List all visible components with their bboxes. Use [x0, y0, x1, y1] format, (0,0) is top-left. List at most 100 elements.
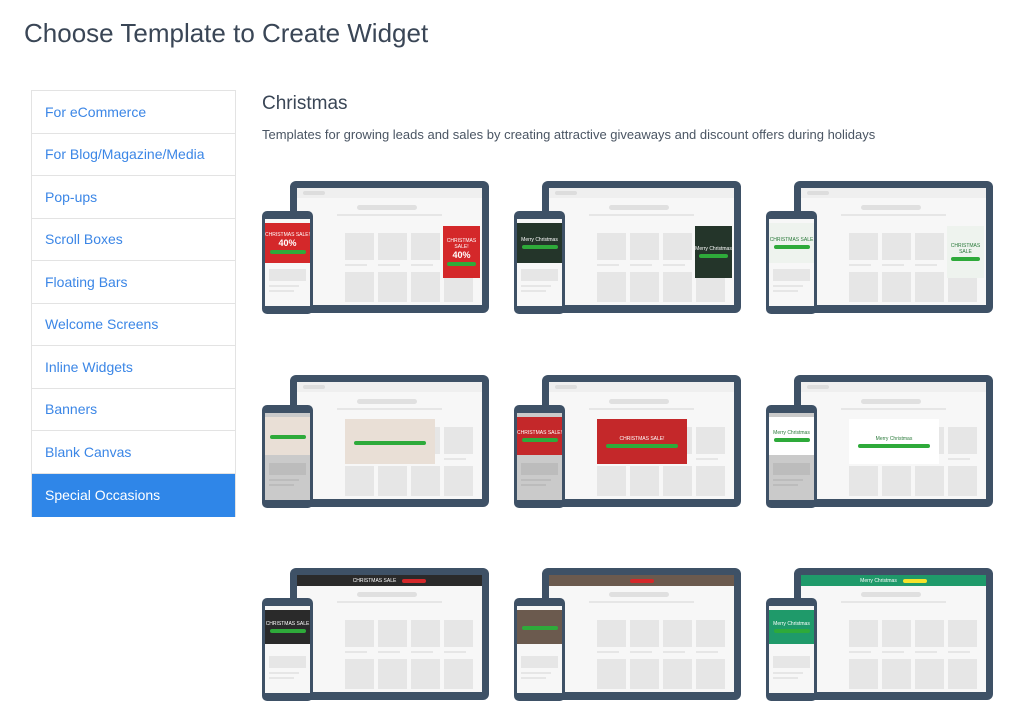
laptop-frame: CHRISTMAS SALE: [290, 568, 489, 700]
sidebar-item-special-occasions[interactable]: Special Occasions: [32, 473, 235, 517]
phone-frame: Merry Christmas: [766, 405, 817, 508]
mock-hero: [861, 205, 921, 210]
mock-card: [444, 620, 473, 647]
sidebar-item-banners[interactable]: Banners: [32, 389, 235, 431]
mock-card: [663, 466, 692, 496]
mock-line: [378, 651, 400, 653]
template-card[interactable]: Merry Christmas Merry Christmas: [766, 373, 994, 508]
mock-card: [411, 659, 440, 689]
sidebar-item-scroll-boxes[interactable]: Scroll Boxes: [32, 219, 235, 261]
popup-headline: Merry Christmas: [695, 246, 732, 252]
mock-logo: [303, 385, 325, 389]
mock-nav: [297, 188, 482, 198]
mock-card: [345, 233, 374, 260]
mock-logo: [555, 191, 577, 195]
mock-subline: [337, 601, 442, 603]
laptop-screen: Merry Christmas: [801, 575, 986, 692]
phone-frame: Merry Christmas: [514, 211, 565, 314]
laptop-frame: CHRISTMAS SALE! 40%: [290, 181, 489, 313]
mock-line: [521, 677, 546, 679]
template-card[interactable]: CHRISTMAS SALE! CHRISTMAS SALE!: [514, 373, 742, 508]
mock-line: [521, 285, 551, 287]
template-card[interactable]: CHRISTMAS SALE CHRISTMAS SALE: [766, 179, 994, 314]
mock-card: [345, 620, 374, 647]
mock-card: [378, 466, 407, 496]
template-card[interactable]: Merry Christmas Merry Christmas: [514, 179, 742, 314]
mock-line: [663, 651, 685, 653]
sidebar-item-inline-widgets[interactable]: Inline Widgets: [32, 346, 235, 389]
template-card[interactable]: CHRISTMAS SALE! 40% CHRISTMAS SALE! 40%: [262, 179, 490, 314]
sidebar-item-floating-bars[interactable]: Floating Bars: [32, 261, 235, 304]
mock-line: [444, 458, 466, 460]
mock-card: [411, 466, 440, 496]
phone-screen: CHRISTMAS SALE: [769, 219, 814, 306]
mock-line: [915, 264, 937, 266]
mock-line: [521, 290, 546, 292]
mock-line: [948, 651, 970, 653]
phone-popup: [265, 417, 310, 455]
laptop-frame: CHRISTMAS SALE: [794, 181, 993, 313]
mock-line: [411, 264, 433, 266]
mock-card: [915, 620, 944, 647]
popup-headline: CHRISTMAS SALE!: [517, 430, 562, 436]
phone-frame: CHRISTMAS SALE!: [514, 405, 565, 508]
sidebar-item-welcome-screens[interactable]: Welcome Screens: [32, 304, 235, 346]
mock-hero: [609, 399, 669, 404]
mock-subline: [337, 214, 442, 216]
section-title: Christmas: [262, 93, 348, 114]
mock-line: [849, 264, 871, 266]
popup-button: [269, 250, 306, 254]
phone-frame: [262, 405, 313, 508]
phone-popup: [517, 610, 562, 644]
popup-button: [606, 443, 678, 448]
mock-card: [882, 233, 911, 260]
mock-card: [630, 620, 659, 647]
mock-hero: [357, 592, 417, 597]
template-card[interactable]: Merry Christmas Merry Christmas: [766, 566, 994, 701]
mock-card: [345, 466, 374, 496]
mock-card: [630, 659, 659, 689]
phone-popup: Merry Christmas: [769, 610, 814, 644]
mock-card: [915, 659, 944, 689]
template-card[interactable]: [262, 373, 490, 508]
phone-popup: CHRISTMAS SALE!: [517, 417, 562, 455]
mock-subline: [589, 214, 694, 216]
laptop-screen: CHRISTMAS SALE: [297, 575, 482, 692]
mock-line: [882, 651, 904, 653]
page-title: Choose Template to Create Widget: [24, 18, 429, 48]
mock-card: [269, 656, 306, 668]
mock-line: [773, 672, 803, 674]
sidebar-item-blank-canvas[interactable]: Blank Canvas: [32, 431, 235, 474]
phone-screen: CHRISTMAS SALE: [265, 606, 310, 693]
mock-line: [849, 651, 871, 653]
mock-logo: [555, 385, 577, 389]
popup-headline: CHRISTMAS SALE: [769, 237, 814, 243]
mock-card: [882, 659, 911, 689]
popup-button: [858, 443, 930, 448]
popup-headline: Merry Christmas: [773, 430, 810, 436]
mock-line: [882, 264, 904, 266]
sidebar-item-blog[interactable]: For Blog/Magazine/Media: [32, 134, 235, 176]
phone-popup: CHRISTMAS SALE: [769, 223, 814, 263]
bar-headline: Merry Christmas: [860, 577, 897, 584]
mock-line: [773, 290, 798, 292]
template-card[interactable]: [514, 566, 742, 701]
mock-card: [630, 272, 659, 302]
popup-button: [698, 254, 729, 258]
mock-card: [663, 659, 692, 689]
sidebar-item-popups[interactable]: Pop-ups: [32, 176, 235, 219]
laptop-screen: Merry Christmas: [801, 382, 986, 499]
bar-button: [629, 578, 654, 583]
laptop-frame: [290, 375, 489, 507]
mock-nav: [549, 382, 734, 392]
laptop-screen: CHRISTMAS SALE!: [549, 382, 734, 499]
sidebar-item-ecommerce[interactable]: For eCommerce: [32, 91, 235, 134]
mock-logo: [303, 191, 325, 195]
mock-line: [915, 651, 937, 653]
mock-subline: [841, 408, 946, 410]
popup-button: [521, 245, 558, 249]
template-card[interactable]: CHRISTMAS SALE CHRISTMAS SALE: [262, 566, 490, 701]
mock-card: [915, 466, 944, 496]
mock-line: [597, 651, 619, 653]
mock-line: [597, 264, 619, 266]
